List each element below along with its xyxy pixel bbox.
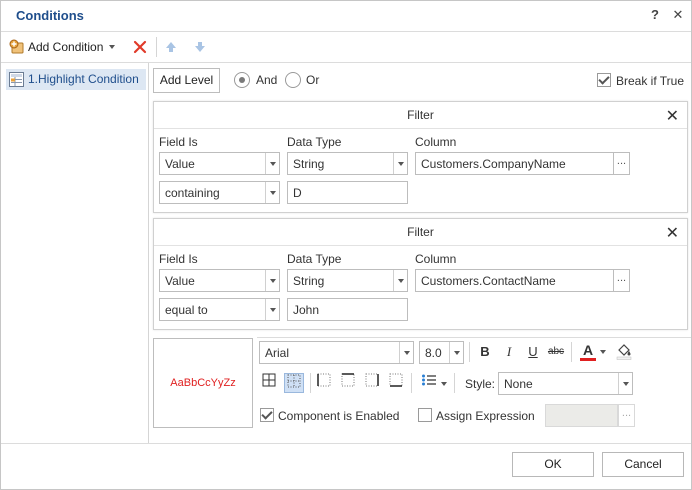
or-radio[interactable] xyxy=(285,72,301,88)
column-field[interactable]: Customers.ContactName xyxy=(415,269,614,292)
filter-header: Filter ✕ xyxy=(154,219,687,246)
dropdown-arrow-icon[interactable] xyxy=(109,45,115,49)
and-label: And xyxy=(256,73,278,87)
preview-text: AaBbCcYyZz xyxy=(170,377,236,389)
toolbar-separator xyxy=(411,373,412,393)
chevron-down-icon xyxy=(265,182,279,203)
move-down-icon[interactable] xyxy=(193,40,207,54)
data-type-label: Data Type xyxy=(287,135,342,149)
break-if-true-label: Break if True xyxy=(616,74,685,88)
chevron-down-icon xyxy=(393,153,407,174)
operator-select[interactable]: containing xyxy=(159,181,280,204)
filter-panel: Filter ✕ Field Is Data Type Column Value… xyxy=(153,218,688,330)
toolbar-separator xyxy=(454,373,455,393)
font-size-select[interactable]: 8.0 xyxy=(419,341,464,364)
chevron-down-icon xyxy=(265,299,279,320)
toolbar-separator xyxy=(469,342,470,362)
title-bar: Conditions ? ✕ xyxy=(1,1,691,31)
list-icon[interactable] xyxy=(419,373,439,393)
data-type-label: Data Type xyxy=(287,252,342,266)
operator-select[interactable]: equal to xyxy=(159,298,280,321)
strikethrough-button[interactable]: abc xyxy=(546,342,566,362)
close-icon[interactable]: ✕ xyxy=(666,106,679,126)
column-browse-button[interactable]: ... xyxy=(613,269,630,292)
italic-button[interactable]: I xyxy=(499,342,519,362)
border-bottom-icon[interactable] xyxy=(386,373,406,393)
chevron-down-icon xyxy=(449,342,463,363)
border-all-icon[interactable] xyxy=(259,373,279,393)
filter-title: Filter xyxy=(407,108,434,122)
condition-icon xyxy=(9,72,24,87)
style-select[interactable]: None xyxy=(498,372,633,395)
border-right-icon[interactable] xyxy=(362,373,382,393)
break-if-true-checkbox[interactable] xyxy=(597,73,611,87)
remove-icon[interactable] xyxy=(132,39,148,55)
underline-button[interactable]: U xyxy=(523,342,543,362)
or-label: Or xyxy=(306,73,320,87)
font-color-bar xyxy=(580,358,596,361)
column-label: Column xyxy=(415,252,457,266)
assign-expression-checkbox[interactable] xyxy=(418,408,432,422)
border-top-icon[interactable] xyxy=(338,373,358,393)
field-is-label: Field Is xyxy=(159,135,198,149)
fill-color-icon[interactable] xyxy=(615,342,633,360)
value-field[interactable]: John xyxy=(287,298,408,321)
chevron-down-icon xyxy=(399,342,413,363)
and-radio[interactable] xyxy=(234,72,250,88)
cancel-button[interactable]: Cancel xyxy=(602,452,684,477)
field-is-select[interactable]: Value xyxy=(159,269,280,292)
data-type-select[interactable]: String xyxy=(287,152,408,175)
conditions-dialog: Conditions ? ✕ Add Condition 1.Highlight… xyxy=(0,0,692,490)
chevron-down-icon[interactable] xyxy=(441,382,447,386)
ok-button[interactable]: OK xyxy=(512,452,594,477)
column-label: Column xyxy=(415,135,457,149)
filter-panel: Filter ✕ Field Is Data Type Column Value… xyxy=(153,101,688,213)
value-field[interactable]: D xyxy=(287,181,408,204)
help-button[interactable]: ? xyxy=(647,7,663,23)
toolbar-separator xyxy=(571,342,572,362)
style-top-divider xyxy=(257,337,691,338)
add-level-button[interactable]: Add Level xyxy=(153,68,220,93)
component-enabled-checkbox[interactable] xyxy=(260,408,274,422)
field-is-label: Field Is xyxy=(159,252,198,266)
chevron-down-icon xyxy=(265,153,279,174)
field-is-select[interactable]: Value xyxy=(159,152,280,175)
chevron-down-icon xyxy=(265,270,279,291)
chevron-down-icon[interactable] xyxy=(600,350,606,354)
component-enabled-label: Component is Enabled xyxy=(278,409,400,423)
style-label: Style: xyxy=(465,377,496,391)
font-color-button[interactable]: A xyxy=(578,340,598,360)
expression-browse-button: ... xyxy=(618,404,635,427)
toolbar-separator xyxy=(310,373,311,393)
footer-divider xyxy=(1,443,691,444)
dialog-title: Conditions xyxy=(16,8,84,23)
assign-expression-label: Assign Expression xyxy=(436,409,535,423)
chevron-down-icon xyxy=(618,373,632,394)
font-name-select[interactable]: Arial xyxy=(259,341,414,364)
bold-button[interactable]: B xyxy=(475,342,495,362)
condition-item-label: 1.Highlight Condition xyxy=(28,72,139,86)
toolbar: Add Condition xyxy=(1,32,691,62)
filter-header: Filter ✕ xyxy=(154,102,687,129)
toolbar-separator xyxy=(156,37,157,57)
add-condition-label[interactable]: Add Condition xyxy=(28,40,103,54)
column-browse-button[interactable]: ... xyxy=(613,152,630,175)
chevron-down-icon xyxy=(393,270,407,291)
column-field[interactable]: Customers.CompanyName xyxy=(415,152,614,175)
close-icon[interactable]: ✕ xyxy=(666,223,679,243)
close-button[interactable]: ✕ xyxy=(670,7,686,23)
filter-title: Filter xyxy=(407,225,434,239)
border-left-icon[interactable] xyxy=(314,373,334,393)
style-preview: AaBbCcYyZz xyxy=(153,338,253,428)
data-type-select[interactable]: String xyxy=(287,269,408,292)
condition-item[interactable]: 1.Highlight Condition xyxy=(6,69,146,90)
border-none-icon[interactable] xyxy=(284,373,304,393)
move-up-icon[interactable] xyxy=(164,40,178,54)
condition-list: 1.Highlight Condition xyxy=(1,63,149,443)
expression-field xyxy=(545,404,618,427)
add-condition-icon xyxy=(8,38,24,54)
